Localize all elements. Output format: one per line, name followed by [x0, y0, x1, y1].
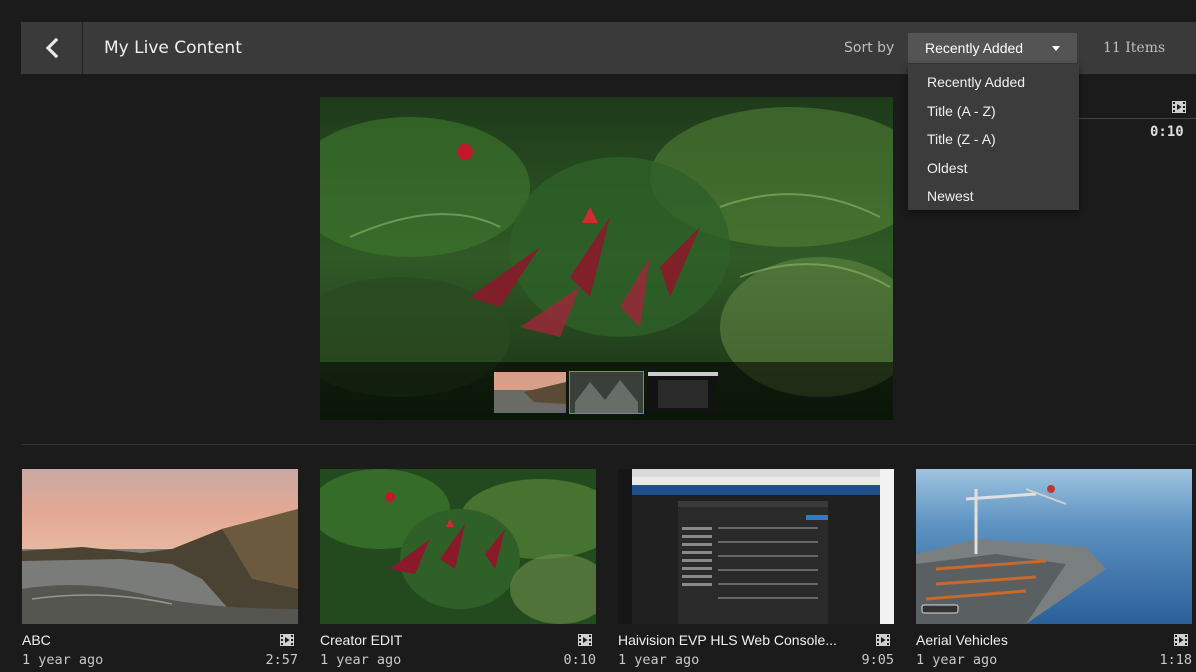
strip-thumb-console[interactable] — [648, 372, 718, 413]
sort-by-label: Sort by — [844, 40, 895, 56]
section-divider — [21, 444, 1196, 445]
sort-option-recently-added[interactable]: Recently Added — [908, 68, 1079, 97]
strip-thumb-coast[interactable] — [494, 372, 566, 413]
featured-duration: 0:10 — [1150, 124, 1184, 140]
jungle-image — [320, 469, 596, 624]
strip-jungle-image — [570, 372, 643, 413]
card-age: 1 year ago — [916, 652, 998, 668]
back-button[interactable] — [21, 22, 83, 74]
video-icon — [280, 634, 294, 646]
sort-dropdown-menu: Recently Added Title (A - Z) Title (Z - … — [908, 64, 1079, 210]
sort-option-title-z-a[interactable]: Title (Z - A) — [908, 125, 1079, 154]
offshore-platform-image — [916, 469, 1192, 624]
web-console-image — [618, 469, 894, 624]
card-duration: 2:57 — [265, 652, 298, 668]
card-duration: 0:10 — [563, 652, 596, 668]
chevron-left-icon — [45, 38, 58, 58]
card-title[interactable]: ABC — [22, 632, 51, 648]
sort-option-oldest[interactable]: Oldest — [908, 154, 1079, 183]
video-icon — [578, 634, 592, 646]
card-thumbnail[interactable] — [618, 469, 894, 624]
video-icon — [876, 634, 890, 646]
card-title[interactable]: Haivision EVP HLS Web Console... — [618, 632, 837, 648]
item-count: 11 Items — [1103, 40, 1166, 56]
card-title[interactable]: Aerial Vehicles — [916, 632, 1008, 648]
card-title[interactable]: Creator EDIT — [320, 632, 402, 648]
strip-thumb-jungle[interactable] — [569, 371, 644, 414]
sort-option-newest[interactable]: Newest — [908, 182, 1079, 211]
video-icon — [1172, 101, 1186, 113]
card-thumbnail[interactable] — [320, 469, 596, 624]
strip-console-image — [648, 372, 718, 413]
coast-sunset-image — [22, 469, 298, 624]
thumbnail-strip — [320, 362, 893, 420]
content-card[interactable]: Creator EDIT 1 year ago 0:10 — [320, 469, 596, 670]
featured-preview[interactable] — [320, 97, 893, 420]
card-age: 1 year ago — [320, 652, 402, 668]
sort-selected-value: Recently Added — [925, 40, 1024, 56]
content-card[interactable]: ABC 1 year ago 2:57 — [22, 469, 298, 670]
content-card[interactable]: Aerial Vehicles 1 year ago 1:18 — [916, 469, 1192, 670]
strip-coast-image — [494, 372, 566, 413]
card-thumbnail[interactable] — [22, 469, 298, 624]
sort-option-title-a-z[interactable]: Title (A - Z) — [908, 97, 1079, 126]
card-age: 1 year ago — [22, 652, 104, 668]
card-age: 1 year ago — [618, 652, 700, 668]
caret-down-icon — [1052, 46, 1060, 51]
page-title: My Live Content — [104, 38, 242, 58]
card-duration: 9:05 — [861, 652, 894, 668]
sort-select[interactable]: Recently Added — [908, 33, 1077, 63]
content-card[interactable]: Haivision EVP HLS Web Console... 1 year … — [618, 469, 894, 670]
video-icon — [1174, 634, 1188, 646]
card-duration: 1:18 — [1159, 652, 1192, 668]
card-thumbnail[interactable] — [916, 469, 1192, 624]
